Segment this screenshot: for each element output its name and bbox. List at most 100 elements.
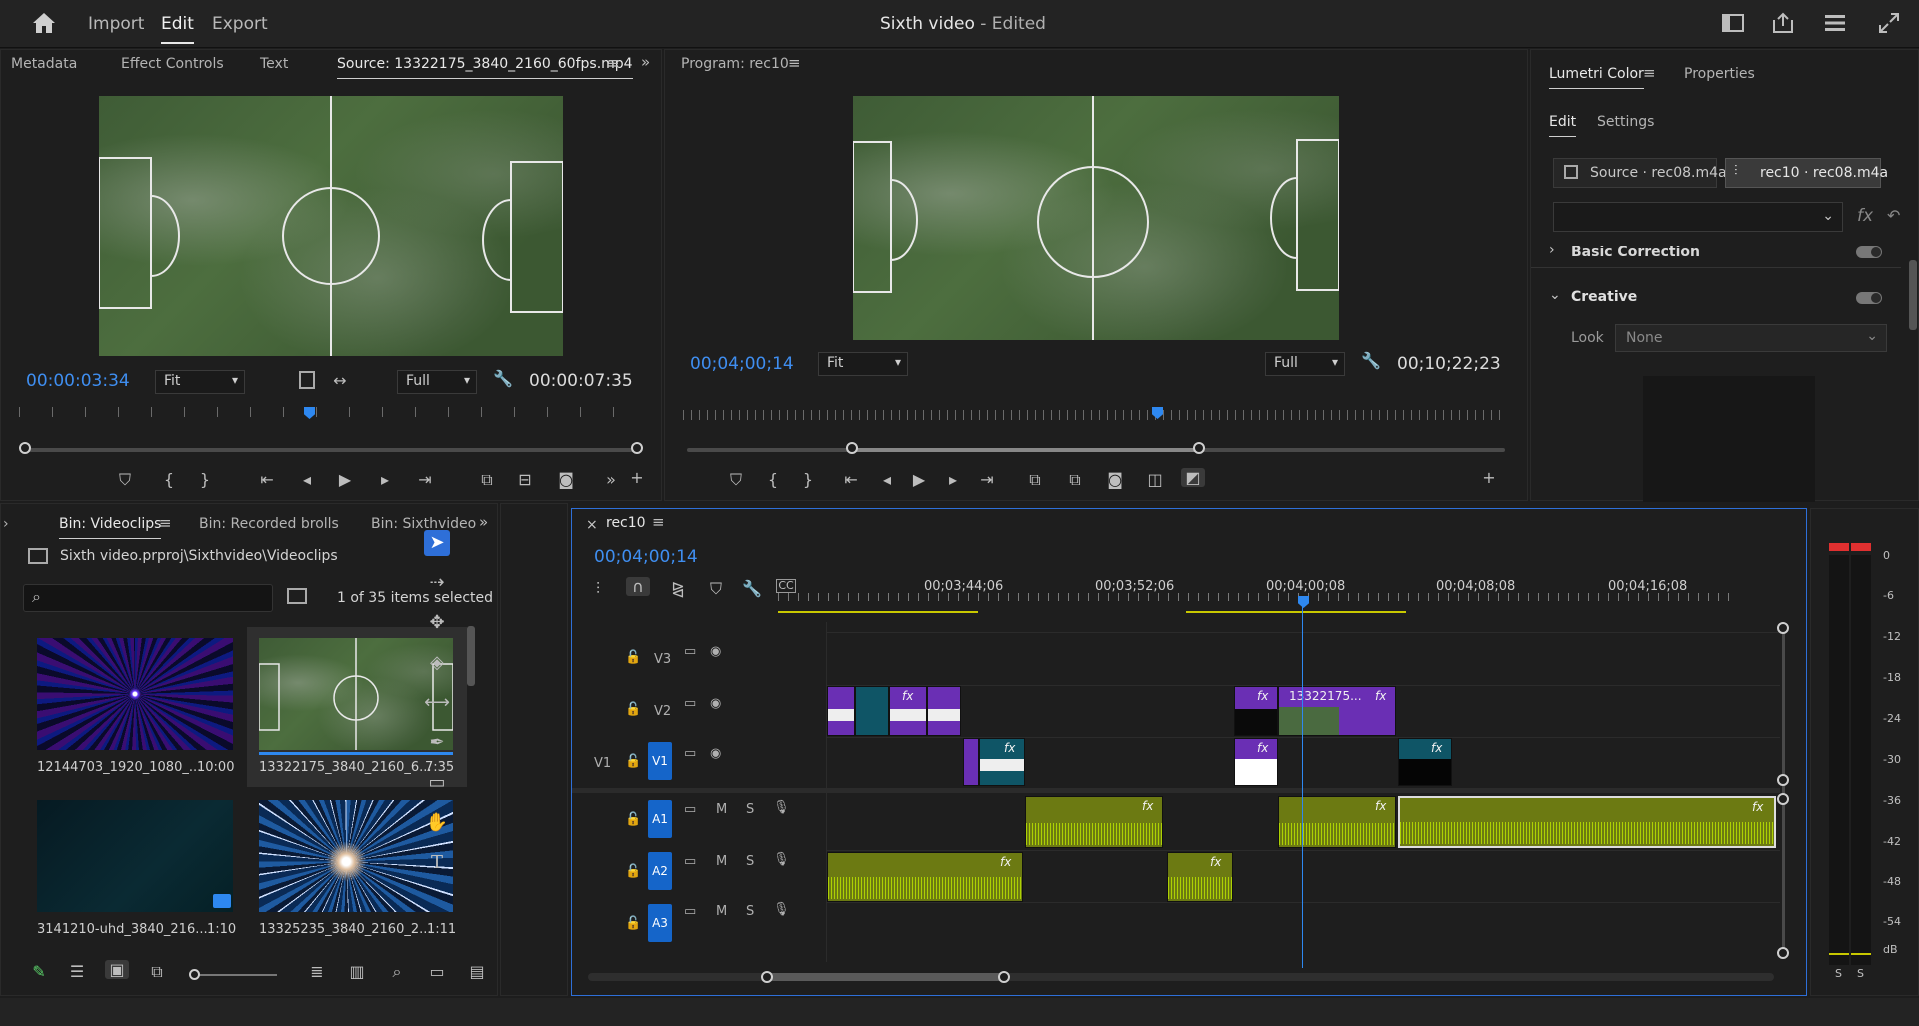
work-area-bar[interactable] [1186,611,1406,613]
eye-icon[interactable]: ◉ [710,696,721,711]
new-item-icon[interactable]: ▤ [465,962,489,981]
mark-in-icon[interactable]: { [761,470,785,489]
lock-icon[interactable]: 🔓 [625,916,641,931]
source-quality-dropdown[interactable]: Full ▾ [397,370,477,394]
audio-clip[interactable]: fx [1025,796,1163,848]
menu-edit[interactable]: Edit [161,14,194,44]
add-marker-icon[interactable]: ⛉ [113,470,137,490]
add-button-icon[interactable]: + [625,468,649,487]
source-fit-dropdown[interactable]: Fit ▾ [155,370,245,394]
fullscreen-icon[interactable] [1878,12,1900,38]
program-fit-dropdown[interactable]: Fit ▾ [818,352,908,376]
home-icon[interactable] [32,12,56,34]
icon-view-icon[interactable]: ▣ [105,960,129,979]
tab-lumetri-color[interactable]: Lumetri Color [1549,66,1644,89]
close-sequence-button[interactable]: × [586,517,598,533]
video-tracks-scroll-bottom[interactable] [1777,774,1789,786]
microphone-icon[interactable]: 🎙 [773,800,790,815]
track-header-v2[interactable]: 🔓 V2 ▭ ◉ [470,692,721,734]
video-clip[interactable] [855,686,889,736]
video-tracks-scroll-top[interactable] [1777,622,1789,634]
source-clip-button[interactable]: Source · rec08.m4a [1553,158,1727,188]
captions-icon[interactable]: CC [776,579,796,593]
go-to-out-icon[interactable]: ⇥ [413,470,437,489]
sync-lock-icon[interactable]: ▭ [684,746,696,761]
nest-icon[interactable]: ⫶ [586,579,610,599]
timeline-ruler[interactable] [778,593,1738,601]
clip-thumbnail[interactable] [37,638,233,750]
track-target-v1[interactable]: V1 [648,742,672,780]
mark-out-icon[interactable]: } [796,470,820,489]
lock-icon[interactable]: 🔓 [625,650,641,665]
creative-toggle[interactable] [1856,292,1882,304]
search-icon[interactable]: ⌕ [385,962,409,982]
source-patch-label[interactable]: V1 [594,756,611,771]
ripple-edit-tool-icon[interactable]: ✥ [424,610,450,636]
solo-button[interactable]: S [746,802,754,817]
video-clip[interactable]: fx [1398,738,1452,786]
program-zoom-handle-right[interactable] [1193,442,1205,454]
basic-correction-section[interactable]: › Basic Correction [1531,246,1901,268]
compare-icon[interactable]: ↔ [328,371,352,390]
source-time-ruler[interactable] [19,407,641,417]
video-clip[interactable] [827,686,855,736]
add-marker-icon[interactable]: ⛉ [704,579,728,599]
tab-edit[interactable]: Edit [1549,114,1577,137]
sync-lock-icon[interactable]: ▭ [684,696,696,711]
track-target-a3[interactable]: A3 [648,904,672,942]
microphone-icon[interactable]: 🎙 [773,852,790,867]
menu-import[interactable]: Import [88,14,144,34]
mute-button[interactable]: M [716,904,727,919]
audio-tracks-scroll-top[interactable] [1777,793,1789,805]
sync-lock-icon[interactable]: ▭ [684,854,696,869]
play-icon[interactable]: ▶ [907,470,931,489]
microphone-icon[interactable]: 🎙 [773,902,790,917]
step-forward-icon[interactable]: ▸ [941,470,965,489]
share-icon[interactable] [1772,12,1794,38]
wrench-icon[interactable]: 🔧 [740,579,764,598]
program-zoom-handle-left[interactable] [846,442,858,454]
source-zoom-scrollbar[interactable] [25,448,637,452]
tab-properties[interactable]: Properties [1684,66,1755,82]
play-icon[interactable]: ▶ [333,470,357,489]
video-clip[interactable]: fx [979,738,1025,786]
creative-label[interactable]: Creative [1571,289,1637,305]
list-view-icon[interactable]: ☰ [65,962,89,981]
find-icon[interactable] [287,588,307,604]
source-zoom-handle-left[interactable] [19,442,31,454]
lock-icon[interactable]: 🔓 [625,864,641,879]
new-bin-icon[interactable]: ▭ [425,962,449,981]
mark-out-icon[interactable]: } [193,470,217,489]
video-clip[interactable]: fx [1234,686,1278,736]
track-target-a1[interactable]: A1 [648,800,672,838]
pen-tool-icon[interactable]: ✒ [424,730,450,756]
lock-icon[interactable]: 🔓 [625,702,641,717]
timeline-playhead-handle[interactable] [1298,596,1309,608]
mark-in-icon[interactable]: { [157,470,181,489]
go-to-out-icon[interactable]: ⇥ [975,470,999,489]
source-menu-icon[interactable]: ≡ [607,54,620,72]
source-current-timecode[interactable]: 00:00:03:34 [26,371,130,391]
effect-dropdown[interactable]: ⌄ [1553,202,1843,232]
clip-thumbnail[interactable] [37,800,233,912]
audio-clip[interactable]: fx [1167,852,1233,902]
step-back-icon[interactable]: ◂ [875,470,899,489]
export-frame-icon[interactable] [299,371,315,389]
track-header-v1[interactable]: V1 🔓 V1 ▭ ◉ [470,742,721,784]
add-marker-icon[interactable]: ⛉ [724,470,748,490]
tab-source[interactable]: Source: 13322175_3840_2160_60fps.mp4 [337,56,633,79]
selection-tool-icon[interactable]: ➤ [424,530,450,556]
overwrite-icon[interactable]: ⊟ [513,470,537,489]
lock-icon[interactable]: 🔓 [625,812,641,827]
track-target-a2[interactable]: A2 [648,852,672,890]
slip-tool-icon[interactable]: ⟷ [424,690,450,716]
video-clip[interactable]: fx [889,686,927,736]
comparison-view-icon[interactable]: ◫ [1143,470,1167,489]
lumetri-scrollbar[interactable] [1909,260,1917,330]
audio-tracks-scroll-bottom[interactable] [1777,947,1789,959]
extract-icon[interactable]: ⧉ [1063,470,1087,490]
tab-effect-controls[interactable]: Effect Controls [121,56,224,72]
target-clip-button[interactable]: ⫶ rec10 · rec08.m4a [1725,158,1888,188]
tab-metadata[interactable]: Metadata [11,56,77,72]
linked-selection-icon[interactable]: ⧎ [666,579,690,598]
